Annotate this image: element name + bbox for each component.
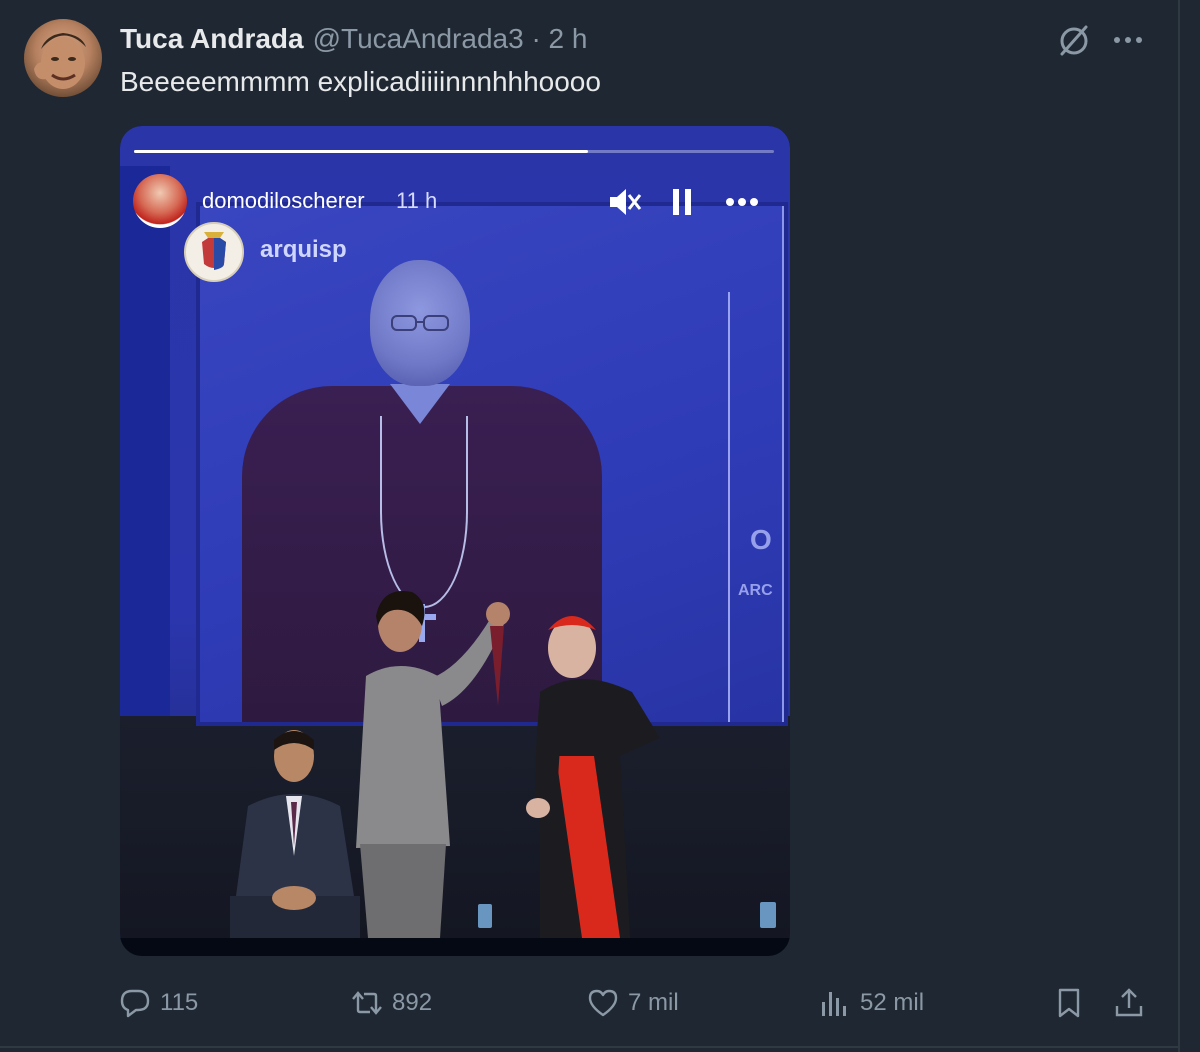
screen-letter-arc: ARC: [738, 582, 773, 599]
views-count: 52 mil: [860, 989, 925, 1016]
projected-cross-chain: [380, 416, 468, 608]
mute-icon[interactable]: [606, 184, 642, 220]
tweet-divider: [0, 1046, 1178, 1048]
tweet-text: Beeeeemmmm explicadiiiinnnhhhoooo: [120, 66, 601, 97]
pause-icon[interactable]: [664, 184, 700, 220]
tagged-account-avatar[interactable]: [184, 222, 244, 282]
repost-icon: [352, 991, 382, 1015]
bookmark-button[interactable]: [1052, 986, 1086, 1020]
presenter-man: [342, 586, 512, 938]
like-icon: [588, 989, 618, 1017]
water-glass: [760, 902, 776, 928]
more-icon[interactable]: [1110, 22, 1146, 58]
story-user-avatar[interactable]: [133, 174, 187, 228]
repost-count: 892: [392, 989, 433, 1016]
display-name[interactable]: Tuca Andrada: [120, 23, 304, 55]
cardinal: [520, 596, 690, 938]
story-username[interactable]: domodiloscherer: [202, 188, 365, 214]
handle-and-time[interactable]: @TucaAndrada3 · 2 h: [313, 23, 588, 55]
reply-button[interactable]: 115: [118, 978, 198, 1028]
story-more-icon[interactable]: [720, 184, 764, 220]
tagged-account-name[interactable]: arquisp: [260, 236, 347, 264]
author-avatar[interactable]: [24, 19, 102, 97]
like-button[interactable]: 7 mil: [586, 978, 679, 1028]
reply-icon: [120, 989, 150, 1018]
story-time: 11 h: [396, 188, 438, 213]
reply-count: 115: [160, 989, 199, 1016]
views-button[interactable]: 52 mil: [818, 978, 924, 1028]
projected-bishop-head: [370, 260, 470, 386]
tweet-action-bar: 115 892 7 mil 52 mil: [0, 978, 1178, 1028]
tweet-header: Tuca Andrada @TucaAndrada3 · 2 h: [120, 22, 587, 56]
share-button[interactable]: [1112, 986, 1146, 1020]
grok-icon[interactable]: [1056, 22, 1092, 58]
story-progress-bar: [134, 150, 774, 153]
water-glass: [478, 904, 492, 928]
repost-button[interactable]: 892: [350, 978, 432, 1028]
views-icon: [822, 992, 846, 1016]
share-icon: [1115, 988, 1143, 1017]
screen-letter-o: O: [750, 524, 772, 555]
bookmark-icon: [1058, 988, 1080, 1018]
like-count: 7 mil: [628, 989, 679, 1016]
seated-man: [230, 726, 360, 938]
column-divider: [1178, 0, 1180, 1052]
screen-frame-line: [728, 292, 730, 722]
media-card[interactable]: O ARC domodiloscherer 11 h arquisp: [120, 126, 790, 956]
story-progress-fill: [134, 150, 589, 153]
